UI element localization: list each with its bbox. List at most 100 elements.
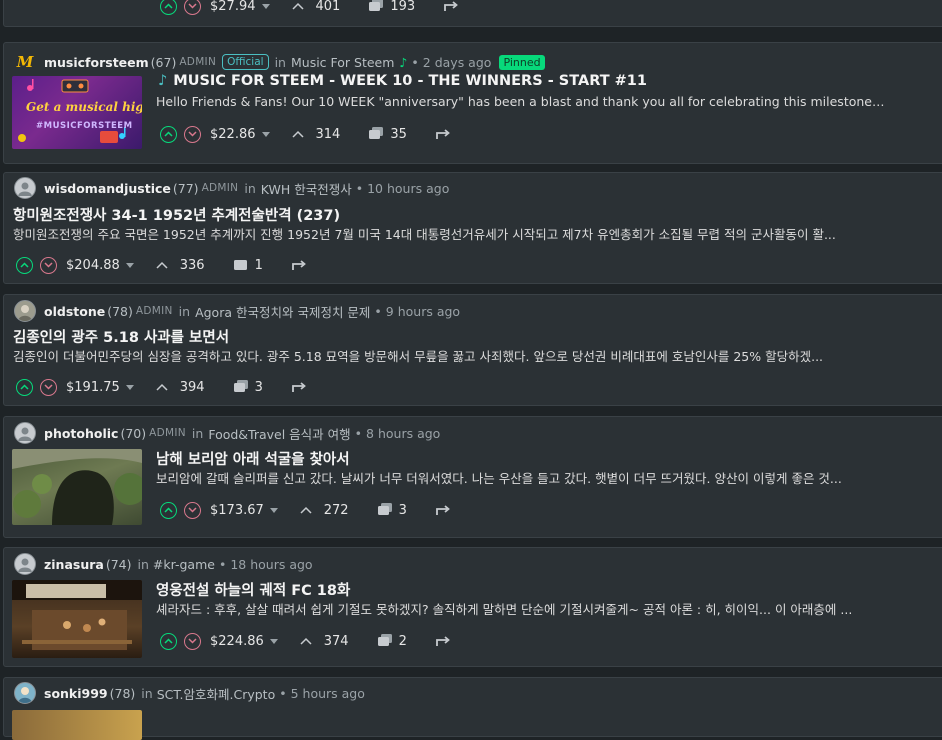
author-name[interactable]: oldstone [44,304,105,319]
post-thumbnail[interactable] [12,449,142,525]
payout-value[interactable]: $173.67 [210,503,264,518]
chevron-down-icon [188,638,197,644]
votes-count[interactable]: 272 [324,503,349,518]
comments-count[interactable]: 193 [390,0,415,14]
payout-value[interactable]: $224.86 [210,634,264,649]
post-card: sonki999 (78) in SCT.암호화폐.Crypto • 5 hou… [3,677,942,740]
author-reputation: (78) [109,685,136,701]
downvote-button[interactable] [184,501,201,519]
comments-count[interactable]: 1 [255,258,263,273]
votes-count[interactable]: 401 [316,0,341,14]
avatar[interactable] [14,300,36,322]
payout-caret-icon[interactable] [261,3,270,9]
comments-icon [369,127,384,139]
payout-caret-icon[interactable] [125,262,134,268]
community-link[interactable]: #kr-game [153,557,215,572]
game-screenshot-icon [12,580,142,650]
downvote-button[interactable] [184,125,201,143]
community-link[interactable]: SCT.암호화폐.Crypto [157,684,276,703]
payout-caret-icon[interactable] [261,131,270,137]
post-title[interactable]: 영웅전설 하늘의 궤적 FC 18화 [156,579,350,600]
cave-photo-icon [12,449,142,525]
post-excerpt[interactable]: 보리암에 갈때 슬리퍼를 신고 갔다. 날씨가 너무 더워서였다. 나는 우산을… [156,468,942,487]
payout-value[interactable]: $204.88 [66,258,120,273]
post-thumbnail[interactable]: Get a musical high #MUSICFORSTEEM [12,76,142,149]
payout-value[interactable]: $22.86 [210,127,256,142]
avatar[interactable] [14,422,36,444]
post-time[interactable]: 2 days ago [423,55,492,70]
reblog-icon[interactable] [435,128,451,140]
community-link[interactable]: Music For Steem [291,55,394,70]
comments-count[interactable]: 3 [255,380,263,395]
downvote-button[interactable] [40,378,57,396]
post-time[interactable]: 5 hours ago [291,686,365,701]
author-name[interactable]: wisdomandjustice [44,181,171,196]
comments-count[interactable]: 2 [399,634,407,649]
upvote-button[interactable] [16,256,33,274]
reblog-icon[interactable] [291,381,307,393]
votes-chevron-icon [300,506,312,514]
post-time[interactable]: 10 hours ago [367,181,449,196]
upvote-button[interactable] [160,125,177,143]
role-label: ADMIN [149,427,186,439]
author-name[interactable]: musicforsteem [44,55,149,70]
author-reputation: (74) [105,556,132,572]
in-label: in [137,556,149,572]
downvote-button[interactable] [40,256,57,274]
author-name[interactable]: photoholic [44,426,118,441]
post-title[interactable]: 남해 보리암 아래 석굴을 찾아서 [156,448,350,469]
downvote-button[interactable] [184,632,201,650]
votes-count[interactable]: 336 [180,258,205,273]
upvote-button[interactable] [160,632,177,650]
post-excerpt[interactable]: 항미원조전쟁의 주요 국면은 1952년 추계까지 진행 1952년 7월 미국… [13,224,942,243]
reblog-icon[interactable] [435,635,451,647]
payout-value[interactable]: $27.94 [210,0,256,14]
reblog-icon[interactable] [435,504,451,516]
post-excerpt[interactable]: 셰라자드 : 후후, 살살 때려서 쉽게 기절도 못하겠지? 솔직하게 말하면 … [156,599,942,618]
avatar[interactable]: M [14,51,36,73]
post-time[interactable]: 18 hours ago [230,557,312,572]
reblog-icon[interactable] [443,0,459,12]
in-label: in [178,303,191,319]
post-title[interactable]: 김종인의 광주 5.18 사과를 보면서 [13,326,229,347]
community-link[interactable]: Food&Travel 음식과 여행 [208,424,350,443]
post-thumbnail[interactable] [12,580,142,658]
payout-caret-icon[interactable] [269,638,278,644]
reblog-icon[interactable] [291,259,307,271]
comments-count[interactable]: 35 [390,127,407,142]
post-actions: $224.86 374 2 [160,630,451,652]
community-link[interactable]: Agora 한국정치와 국제정치 문제 [195,302,370,321]
post-card: M musicforsteem (67) ADMIN Official in M… [3,42,942,164]
upvote-button[interactable] [160,501,177,519]
avatar[interactable] [14,553,36,575]
post-excerpt[interactable]: Hello Friends & Fans! Our 10 WEEK "anniv… [156,94,942,109]
avatar[interactable] [14,682,36,704]
chevron-down-icon [188,131,197,137]
author-name[interactable]: sonki999 [44,686,108,701]
payout-caret-icon[interactable] [125,384,134,390]
post-excerpt[interactable]: 김종인이 더불어민주당의 심장을 공격하고 있다. 광주 5.18 묘역을 방문… [13,346,942,365]
default-avatar-icon [18,427,32,441]
post-header: photoholic (70) ADMIN in Food&Travel 음식과… [14,422,440,444]
author-name[interactable]: zinasura [44,557,104,572]
votes-count[interactable]: 394 [180,380,205,395]
post-thumbnail[interactable] [12,710,142,740]
upvote-button[interactable] [16,378,33,396]
post-actions: $22.86 314 35 [160,123,451,145]
post-title[interactable]: 항미원조전쟁사 34-1 1952년 추계전술반격 (237) [13,204,340,225]
post-time[interactable]: 8 hours ago [366,426,440,441]
comments-count[interactable]: 3 [399,503,407,518]
community-link[interactable]: KWH 한국전쟁사 [261,179,352,198]
post-time[interactable]: 9 hours ago [386,304,460,319]
votes-count[interactable]: 314 [316,127,341,142]
downvote-button[interactable] [184,0,201,15]
upvote-button[interactable] [160,0,177,15]
votes-count[interactable]: 374 [324,634,349,649]
post-title[interactable]: ♪ MUSIC FOR STEEM - WEEK 10 - THE WINNERS… [158,73,647,89]
post-card: oldstone (78) ADMIN in Agora 한국정치와 국제정치 … [3,294,942,406]
post-title-text[interactable]: MUSIC FOR STEEM - WEEK 10 - THE WINNERS … [173,73,647,89]
payout-caret-icon[interactable] [269,507,278,513]
pinned-badge: Pinned [499,54,545,70]
payout-value[interactable]: $191.75 [66,380,120,395]
avatar[interactable] [14,177,36,199]
